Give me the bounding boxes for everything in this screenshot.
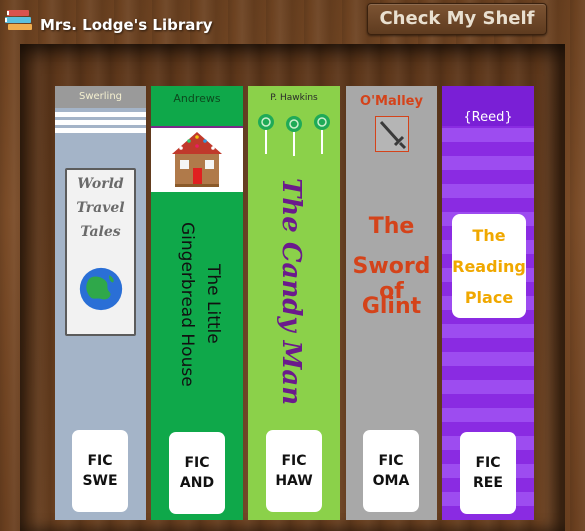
book-author: {Reed} (463, 110, 513, 125)
book-reed[interactable]: {Reed} The Reading Place FIC REE (442, 86, 534, 520)
call-number-label: FIC HAW (266, 430, 322, 512)
book-author: Swerling (78, 91, 123, 102)
book-swerling[interactable]: Swerling World Travel Tales FIC SWE (55, 86, 146, 520)
call-number-top: FIC (184, 455, 210, 471)
title-line: Reading (452, 257, 526, 276)
call-number-bottom: REE (473, 475, 503, 491)
stripe-divider (55, 128, 146, 133)
title-line: Place (464, 288, 514, 307)
check-my-shelf-button[interactable]: Check My Shelf (367, 3, 547, 35)
book-author: O'Malley (360, 94, 423, 109)
call-number-label: FIC AND (169, 432, 225, 514)
book-hawkins[interactable]: P. Hawkins The Candy Man FIC HAW (248, 86, 340, 520)
call-number-top: FIC (475, 455, 501, 471)
globe-icon (79, 267, 123, 311)
book-cover-image (151, 126, 243, 192)
call-number-bottom: HAW (275, 473, 313, 489)
gingerbread-house-icon (172, 132, 222, 187)
call-number-top: FIC (378, 453, 404, 469)
call-number-label: FIC SWE (72, 430, 128, 512)
lollipops-icon (258, 114, 330, 156)
book-title-line: Gingerbread House (177, 222, 197, 387)
book-omalley[interactable]: O'Malley The Sword of Glint FIC OMA (346, 86, 437, 520)
call-number-bottom: OMA (372, 473, 410, 489)
title-line: World (77, 176, 124, 192)
call-number-label: FIC OMA (363, 430, 419, 512)
library-title: Mrs. Lodge's Library (40, 16, 213, 34)
book-author: P. Hawkins (270, 93, 318, 103)
call-number-top: FIC (87, 453, 113, 469)
book-title-panel: World Travel Tales (65, 168, 136, 336)
top-bar: Mrs. Lodge's Library Check My Shelf (0, 0, 585, 44)
book-andrews[interactable]: Andrews The Little Gingerbread House FIC… (151, 86, 243, 520)
book-author: Andrews (173, 92, 221, 105)
sword-image (375, 116, 409, 152)
stripe-divider (55, 112, 146, 117)
book-stack-icon (5, 10, 32, 30)
call-number-label: FIC REE (460, 432, 516, 514)
book-title: The Candy Man (276, 178, 306, 406)
call-number-bottom: AND (179, 475, 215, 491)
title-line: Glint (361, 294, 422, 319)
call-number-bottom: SWE (82, 473, 118, 489)
title-line: Travel (76, 200, 125, 216)
call-number-top: FIC (281, 453, 307, 469)
title-line: The (368, 214, 415, 239)
stripe-divider (55, 120, 146, 125)
title-line: Tales (80, 224, 121, 240)
book-title-line: The Little (203, 264, 223, 344)
sword-icon (379, 120, 407, 150)
title-line: The (472, 226, 506, 245)
book-title-panel: The Reading Place (452, 214, 526, 318)
